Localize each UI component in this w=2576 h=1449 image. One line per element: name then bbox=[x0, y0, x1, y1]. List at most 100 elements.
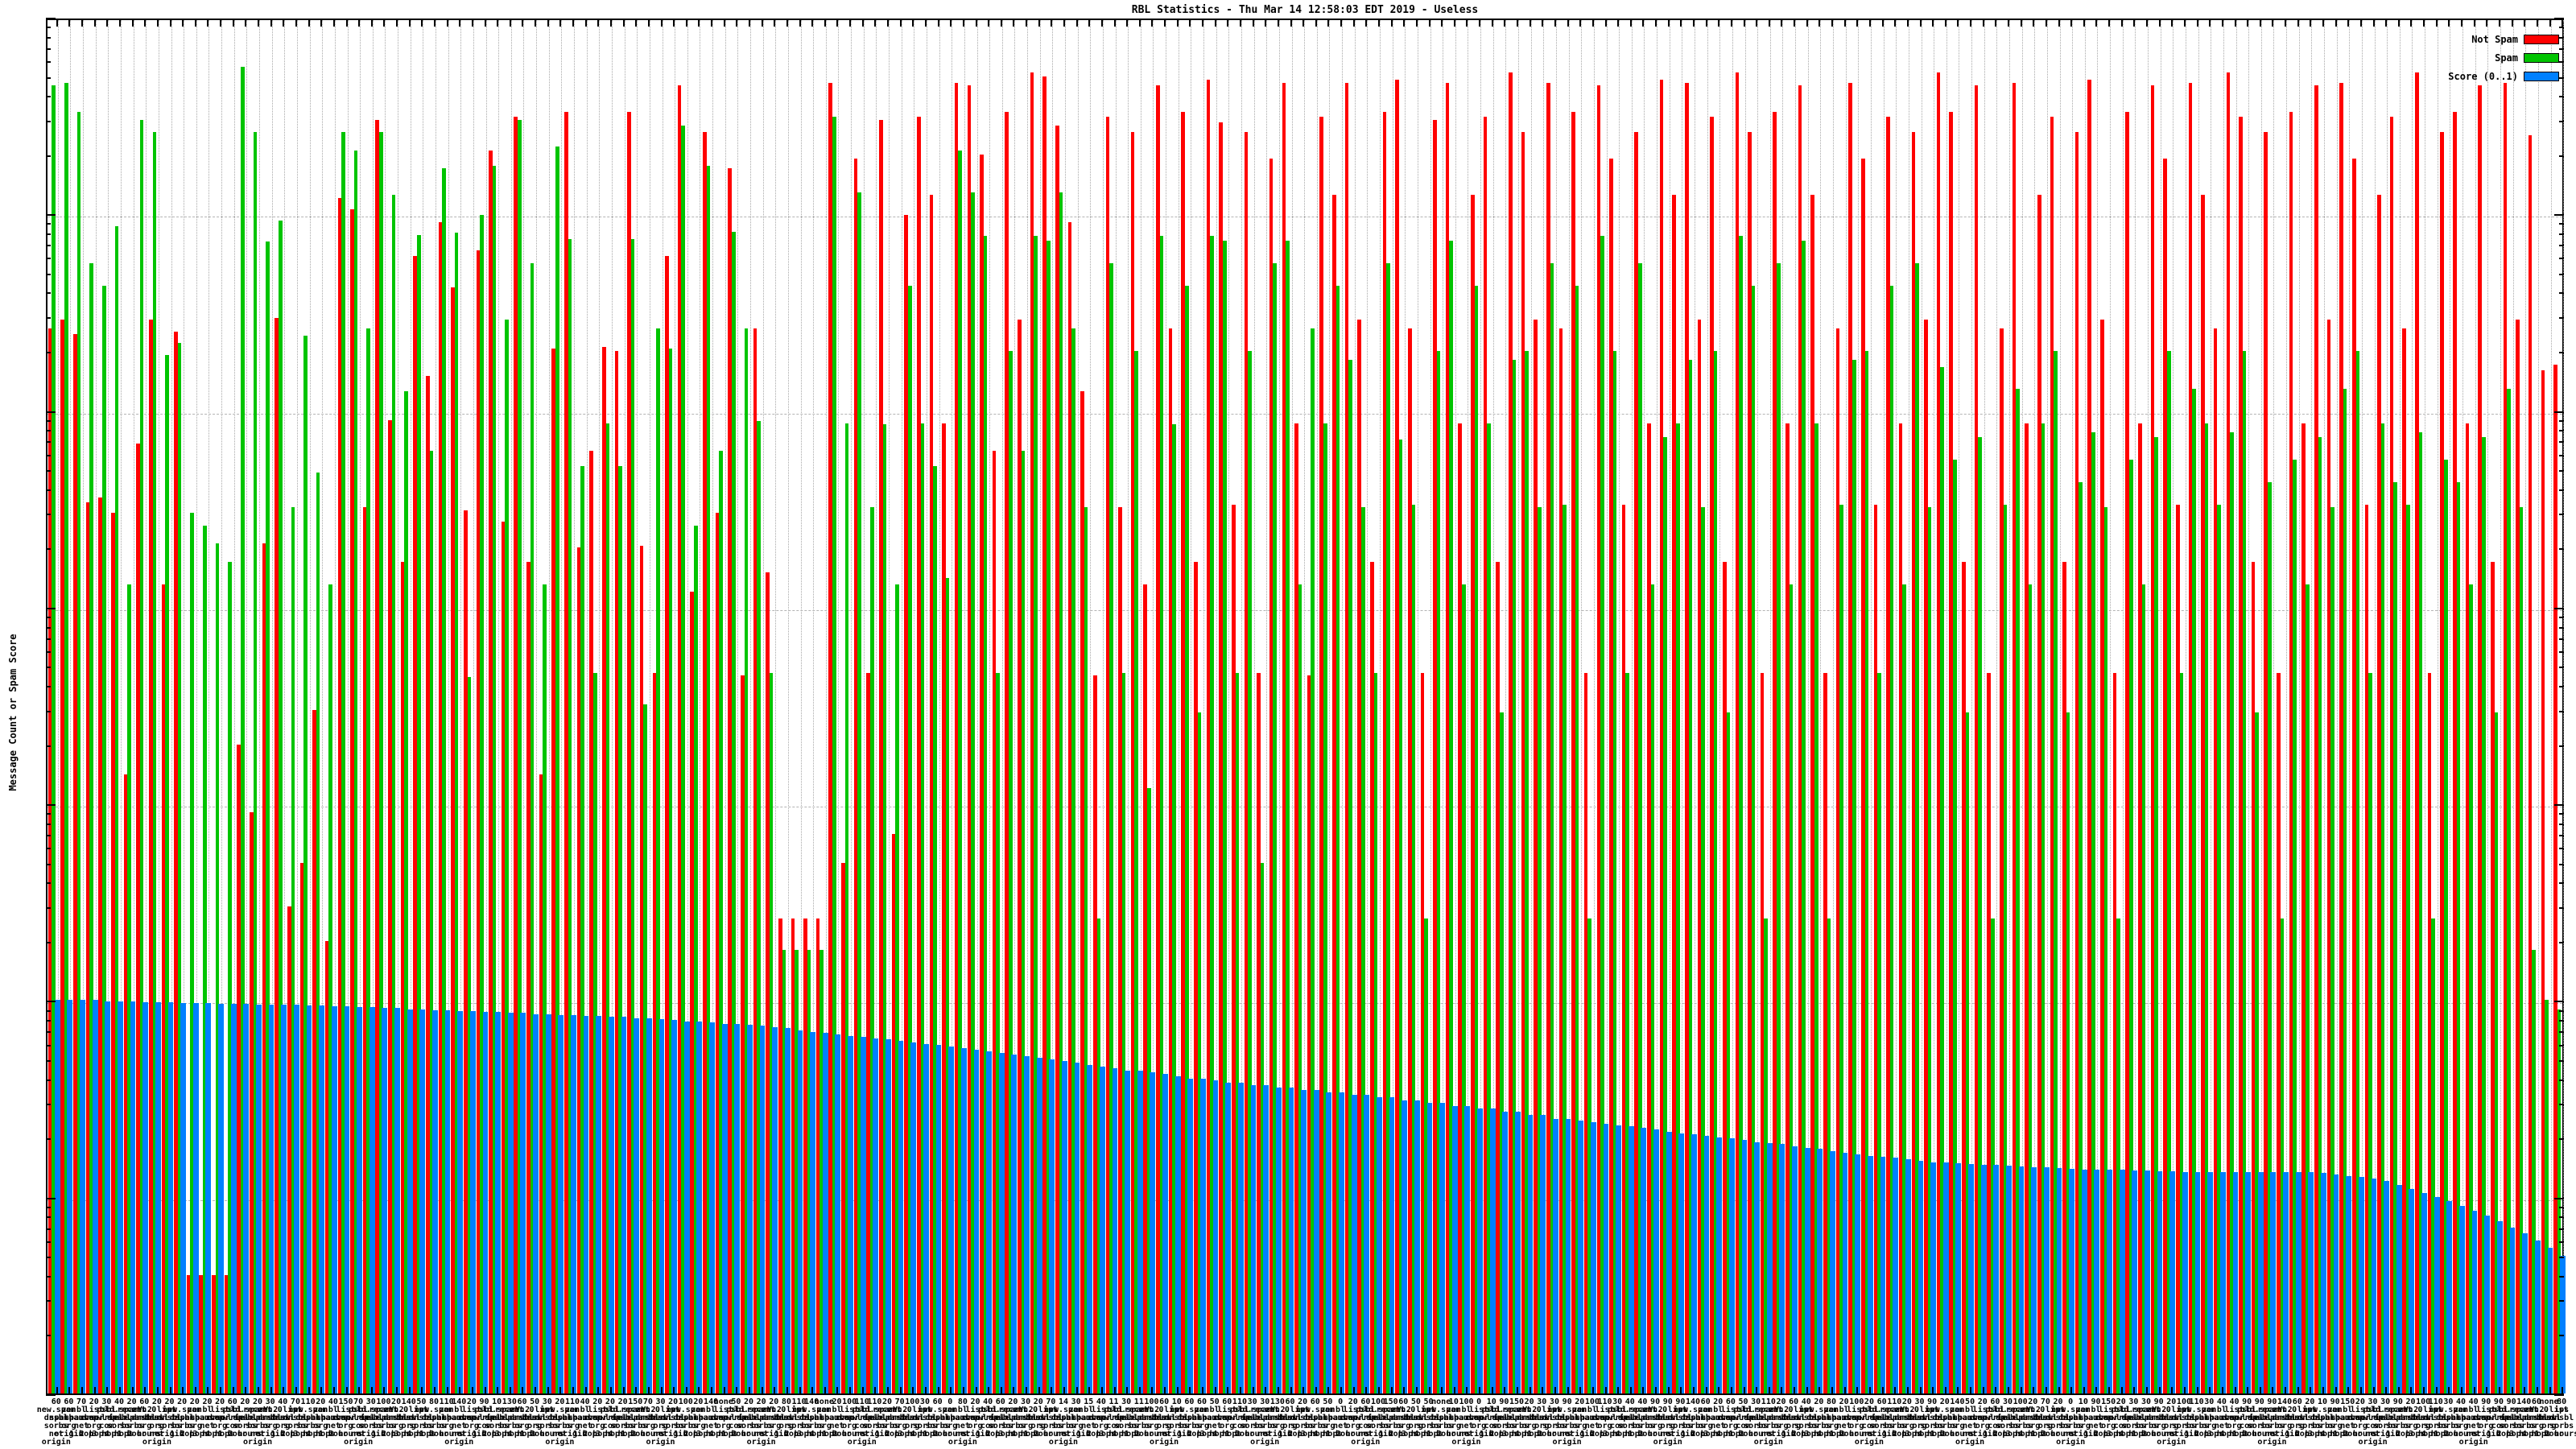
x-tick-top bbox=[2285, 19, 2287, 27]
x-tick-bottom bbox=[1428, 1387, 1430, 1395]
x-tick-top bbox=[2120, 19, 2123, 27]
y-minor-tick bbox=[2559, 273, 2564, 275]
bar-score bbox=[432, 1009, 438, 1393]
x-tick-top bbox=[1453, 19, 1455, 27]
bar-score bbox=[835, 1034, 841, 1393]
x-tick-bottom bbox=[2033, 1387, 2035, 1395]
x-tick-top bbox=[1629, 19, 1632, 27]
bar-score bbox=[2396, 1184, 2402, 1393]
bar-score bbox=[2333, 1174, 2339, 1393]
bar-score bbox=[1263, 1084, 1269, 1393]
x-tick-top bbox=[660, 19, 663, 27]
x-tick-bottom bbox=[2272, 1387, 2274, 1395]
bar-score bbox=[105, 1001, 111, 1393]
bar-score bbox=[1200, 1078, 1206, 1393]
bar-score bbox=[92, 1000, 98, 1393]
x-tick-top bbox=[635, 19, 638, 27]
x-tick-bottom bbox=[1365, 1387, 1368, 1395]
y-minor-tick bbox=[46, 430, 51, 432]
bar-score bbox=[218, 1003, 224, 1393]
x-tick-top bbox=[2234, 19, 2236, 27]
x-tick-top bbox=[2322, 19, 2324, 27]
x-tick-top bbox=[2359, 19, 2362, 27]
x-tick-label: 80 ips dnsbl sorbs 2 hours bbox=[2545, 1397, 2576, 1439]
x-tick-top bbox=[283, 19, 285, 27]
bar-score bbox=[2081, 1169, 2087, 1393]
x-tick-bottom bbox=[2423, 1387, 2425, 1395]
x-tick-top bbox=[597, 19, 600, 27]
bar-score bbox=[344, 1006, 350, 1393]
bar-score bbox=[2018, 1166, 2025, 1393]
x-tick-top bbox=[194, 19, 196, 27]
x-tick-bottom bbox=[2045, 1387, 2047, 1395]
x-tick-top bbox=[1026, 19, 1028, 27]
bar-score bbox=[1880, 1156, 1886, 1393]
x-tick-top bbox=[156, 19, 159, 27]
x-tick-bottom bbox=[811, 1387, 814, 1395]
x-tick-top bbox=[1604, 19, 1607, 27]
bar-score bbox=[1377, 1097, 1382, 1393]
x-tick-top bbox=[1013, 19, 1015, 27]
y-minor-tick bbox=[2559, 638, 2564, 640]
x-tick-top bbox=[1252, 19, 1254, 27]
x-tick-top bbox=[2461, 19, 2463, 27]
bar-score bbox=[419, 1009, 426, 1393]
x-tick-bottom bbox=[1491, 1387, 1493, 1395]
x-tick-top bbox=[1151, 19, 1154, 27]
bar-score bbox=[948, 1046, 955, 1393]
y-minor-tick bbox=[46, 419, 51, 422]
x-tick-top bbox=[2448, 19, 2450, 27]
y-minor-tick bbox=[2559, 1031, 2564, 1034]
bar-score bbox=[1250, 1084, 1257, 1393]
x-tick-top bbox=[1290, 19, 1292, 27]
bar-score bbox=[1187, 1078, 1194, 1393]
x-tick-top bbox=[2334, 19, 2337, 27]
x-tick-top bbox=[1315, 19, 1317, 27]
y-minor-tick bbox=[46, 1138, 51, 1141]
x-tick-top bbox=[849, 19, 852, 27]
x-tick-bottom bbox=[1567, 1387, 1569, 1395]
x-tick-top bbox=[962, 19, 964, 27]
x-tick-bottom bbox=[1340, 1387, 1343, 1395]
x-tick-top bbox=[421, 19, 423, 27]
y-minor-tick bbox=[2559, 1079, 2564, 1081]
x-tick-bottom bbox=[1126, 1387, 1129, 1395]
x-tick-top bbox=[2473, 19, 2475, 27]
bar-score bbox=[1087, 1064, 1093, 1393]
bar-score bbox=[1527, 1115, 1534, 1393]
y-minor-tick bbox=[46, 155, 51, 157]
y-minor-tick bbox=[2559, 1138, 2564, 1141]
x-tick-top bbox=[345, 19, 348, 27]
bar-score bbox=[810, 1031, 815, 1393]
bar-score bbox=[2358, 1177, 2364, 1393]
x-tick-bottom bbox=[1705, 1387, 1707, 1395]
bar-score bbox=[495, 1012, 501, 1393]
x-tick-bottom bbox=[1944, 1387, 1946, 1395]
bar-score bbox=[1062, 1061, 1067, 1393]
x-tick-top bbox=[1390, 19, 1393, 27]
y-minor-tick bbox=[46, 823, 51, 825]
x-tick-top bbox=[2070, 19, 2073, 27]
y-minor-tick bbox=[2559, 1300, 2564, 1302]
y-major-tick bbox=[46, 607, 56, 609]
x-tick-top bbox=[2536, 19, 2538, 27]
bar-score bbox=[1754, 1141, 1760, 1393]
bar-score bbox=[394, 1008, 400, 1393]
y-minor-tick bbox=[46, 489, 51, 491]
bar-score bbox=[2547, 1248, 2553, 1393]
x-tick-top bbox=[736, 19, 738, 27]
x-tick-bottom bbox=[749, 1387, 750, 1395]
x-tick-top bbox=[2272, 19, 2274, 27]
x-tick-bottom bbox=[2562, 1387, 2564, 1395]
x-tick-top bbox=[1718, 19, 1720, 27]
group-gridline bbox=[2412, 20, 2413, 1393]
x-tick-bottom bbox=[1415, 1387, 1418, 1395]
x-tick-bottom bbox=[1189, 1387, 1191, 1395]
x-tick-bottom bbox=[774, 1387, 776, 1395]
y-minor-tick bbox=[46, 273, 51, 275]
x-tick-bottom bbox=[56, 1387, 58, 1395]
bar-score bbox=[230, 1003, 237, 1393]
x-tick-bottom bbox=[723, 1387, 725, 1395]
bar-score bbox=[2069, 1168, 2074, 1393]
x-tick-bottom bbox=[1051, 1387, 1053, 1395]
